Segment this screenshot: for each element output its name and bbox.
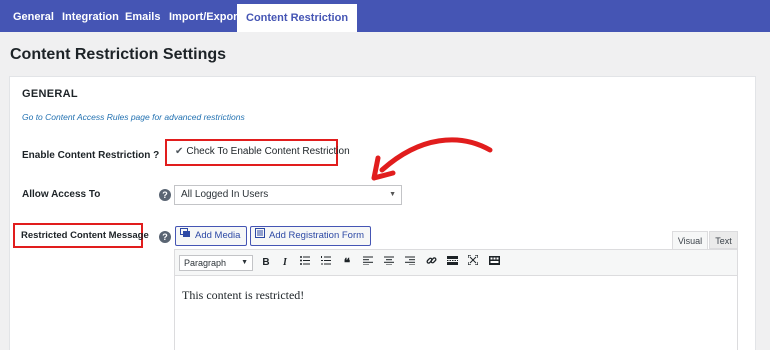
help-icon[interactable]: ? xyxy=(159,231,171,243)
editor-tab-text[interactable]: Text xyxy=(709,231,738,249)
editor-content[interactable]: This content is restricted! xyxy=(182,288,304,303)
toolbar-toggle-icon[interactable] xyxy=(486,255,502,271)
fullscreen-icon[interactable] xyxy=(465,254,481,271)
add-registration-form-button[interactable]: Add Registration Form xyxy=(250,226,372,246)
red-arrow-annotation xyxy=(371,137,493,181)
tab-integration[interactable]: Integration xyxy=(62,0,119,32)
editor-toolbar: Paragraph ▼ B I ❝ xyxy=(175,250,737,276)
link-icon[interactable] xyxy=(423,255,439,271)
checkmark-icon: ✔ xyxy=(175,146,184,157)
align-right-icon[interactable] xyxy=(402,255,418,271)
align-center-icon[interactable] xyxy=(381,255,397,271)
page-title: Content Restriction Settings xyxy=(10,46,227,63)
content-access-rules-link[interactable]: Go to Content Access Rules page for adva… xyxy=(22,112,245,122)
tab-import-export[interactable]: Import/Export xyxy=(169,0,241,32)
section-heading: GENERAL xyxy=(22,88,78,100)
align-left-icon[interactable] xyxy=(360,255,376,271)
form-icon xyxy=(255,227,265,245)
allow-access-value: All Logged In Users xyxy=(181,189,269,200)
allow-access-label: Allow Access To xyxy=(22,189,101,200)
bold-button[interactable]: B xyxy=(258,255,274,271)
chevron-down-icon: ▼ xyxy=(389,191,396,198)
media-icon xyxy=(180,227,191,245)
format-value: Paragraph xyxy=(184,258,227,268)
restricted-message-label: Restricted Content Message xyxy=(21,230,149,241)
add-media-button[interactable]: Add Media xyxy=(175,226,248,246)
enable-restriction-label: Enable Content Restriction ? xyxy=(22,150,160,161)
chevron-down-icon: ▼ xyxy=(241,259,248,266)
numbered-list-icon[interactable] xyxy=(318,255,334,271)
tab-content-restriction[interactable]: Content Restriction xyxy=(237,4,358,32)
format-select[interactable]: Paragraph ▼ xyxy=(179,255,253,271)
tab-general[interactable]: General xyxy=(13,0,54,32)
read-more-icon[interactable] xyxy=(444,255,460,271)
blockquote-button[interactable]: ❝ xyxy=(339,255,355,271)
enable-restriction-checkbox[interactable]: ✔ Check To Enable Content Restriction xyxy=(175,146,350,157)
checkbox-label: Check To Enable Content Restriction xyxy=(186,146,350,157)
editor-tab-visual[interactable]: Visual xyxy=(672,231,708,249)
message-editor[interactable]: Paragraph ▼ B I ❝ This content is restri… xyxy=(174,249,738,350)
help-icon[interactable]: ? xyxy=(159,189,171,201)
allow-access-select[interactable]: All Logged In Users ▼ xyxy=(174,185,402,205)
add-media-label: Add Media xyxy=(195,230,241,241)
settings-tab-bar: General Integration Emails Import/Export… xyxy=(0,0,770,32)
bullet-list-icon[interactable] xyxy=(297,255,313,271)
add-registration-label: Add Registration Form xyxy=(269,230,365,241)
tab-emails[interactable]: Emails xyxy=(125,0,160,32)
italic-button[interactable]: I xyxy=(277,255,293,271)
